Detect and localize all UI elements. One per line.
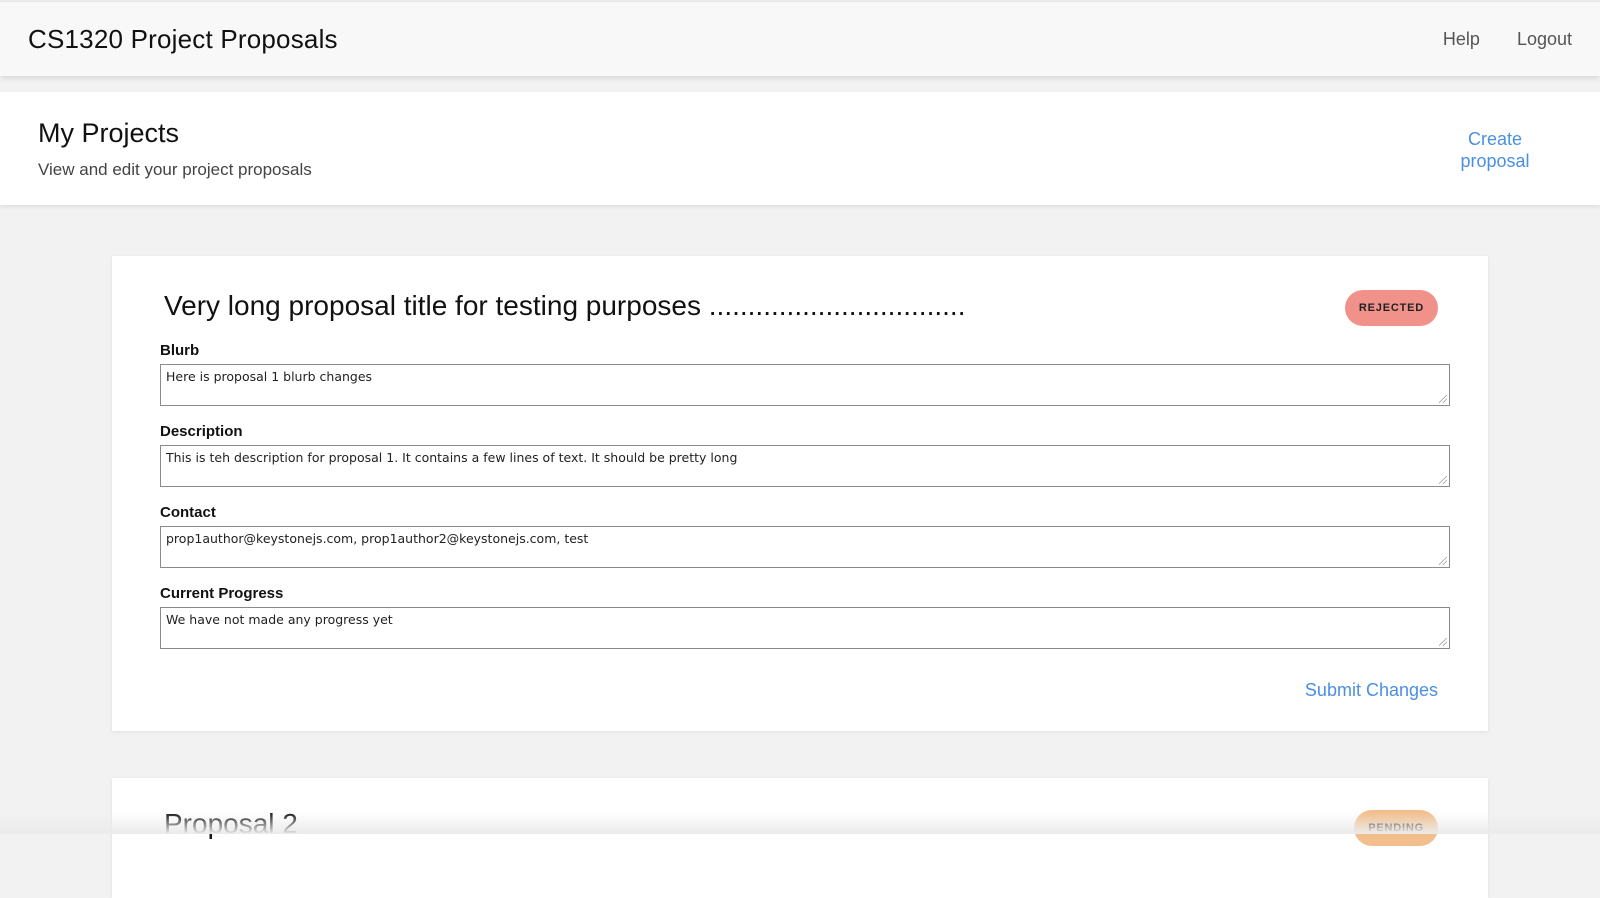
bottom-scroll-fade (0, 812, 1600, 834)
contact-field[interactable]: prop1author@keystonejs.com, prop1author2… (160, 526, 1450, 568)
proposal-title: Very long proposal title for testing pur… (164, 290, 966, 321)
current-progress-value: We have not made any progress yet (166, 612, 393, 627)
blurb-label: Blurb (160, 342, 200, 359)
resize-grip-icon[interactable] (1439, 557, 1447, 565)
help-link[interactable]: Help (1443, 29, 1480, 50)
resize-grip-icon[interactable] (1439, 395, 1447, 403)
app-title[interactable]: CS1320 Project Proposals (28, 24, 338, 55)
page-title: My Projects (38, 118, 180, 148)
page-subtitle: View and edit your project proposals (38, 160, 312, 179)
current-progress-label: Current Progress (160, 585, 284, 602)
description-label: Description (160, 423, 243, 440)
blurb-value: Here is proposal 1 blurb changes (166, 369, 373, 384)
contact-value: prop1author@keystonejs.com, prop1author2… (166, 531, 589, 546)
contact-label: Contact (160, 504, 216, 521)
status-badge: REJECTED (1344, 290, 1438, 326)
proposal-card: Very long proposal title for testing pur… (112, 256, 1488, 731)
page-header: My Projects View and edit your project p… (0, 92, 1600, 205)
resize-grip-icon[interactable] (1439, 638, 1447, 646)
description-value: This is teh description for proposal 1. … (166, 450, 738, 465)
current-progress-field[interactable]: We have not made any progress yet (160, 607, 1450, 649)
top-navbar: CS1320 Project Proposals Help Logout (0, 1, 1600, 76)
create-proposal-link[interactable]: Create proposal (1455, 128, 1535, 172)
submit-changes-link[interactable]: Submit Changes (1305, 680, 1438, 701)
resize-grip-icon[interactable] (1439, 476, 1447, 484)
blurb-field[interactable]: Here is proposal 1 blurb changes (160, 364, 1450, 406)
logout-link[interactable]: Logout (1517, 29, 1572, 50)
proposal-card: Proposal 2 PENDING (112, 778, 1488, 898)
nav-links: Help Logout (1443, 29, 1572, 50)
description-field[interactable]: This is teh description for proposal 1. … (160, 445, 1450, 487)
